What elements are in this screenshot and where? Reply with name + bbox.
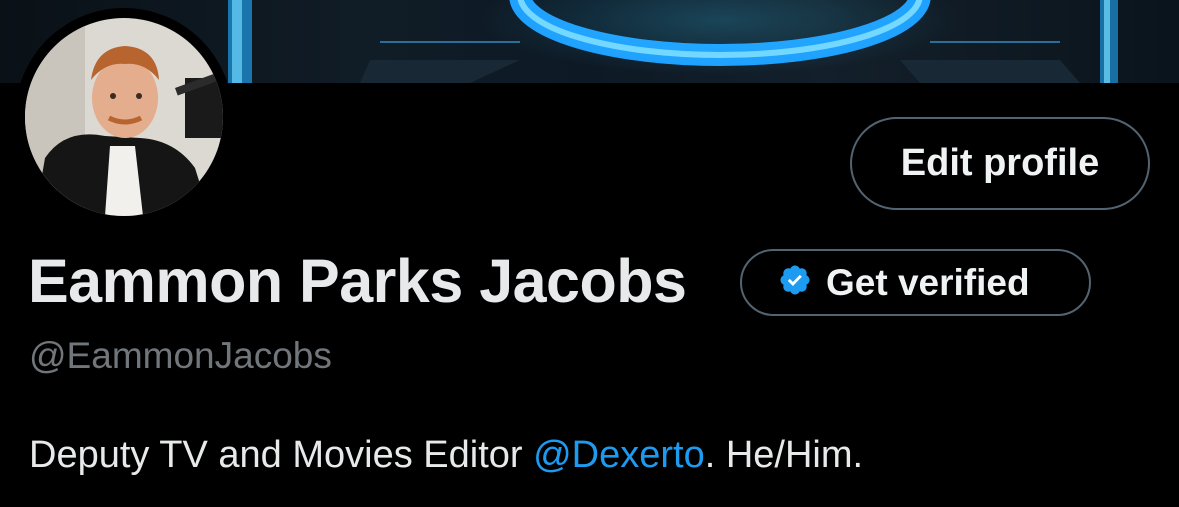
bio-text: Deputy TV and Movies Editor — [29, 434, 534, 476]
get-verified-button[interactable]: Get verified — [740, 249, 1091, 316]
edit-profile-button[interactable]: Edit profile — [850, 117, 1150, 210]
get-verified-label: Get verified — [826, 261, 1030, 303]
display-name: Eammon Parks Jacobs — [28, 247, 687, 315]
profile-bio: Deputy TV and Movies Editor @Dexerto. He… — [29, 434, 863, 477]
user-handle: @EammonJacobs — [29, 335, 332, 376]
edit-profile-label: Edit profile — [900, 142, 1100, 184]
bio-mention-link[interactable]: @Dexerto — [533, 434, 705, 476]
avatar-image — [25, 18, 223, 216]
bio-text-suffix: . He/Him. — [704, 434, 864, 476]
avatar-container[interactable] — [15, 8, 233, 226]
verified-badge-icon — [778, 263, 812, 302]
avatar[interactable] — [25, 18, 223, 216]
